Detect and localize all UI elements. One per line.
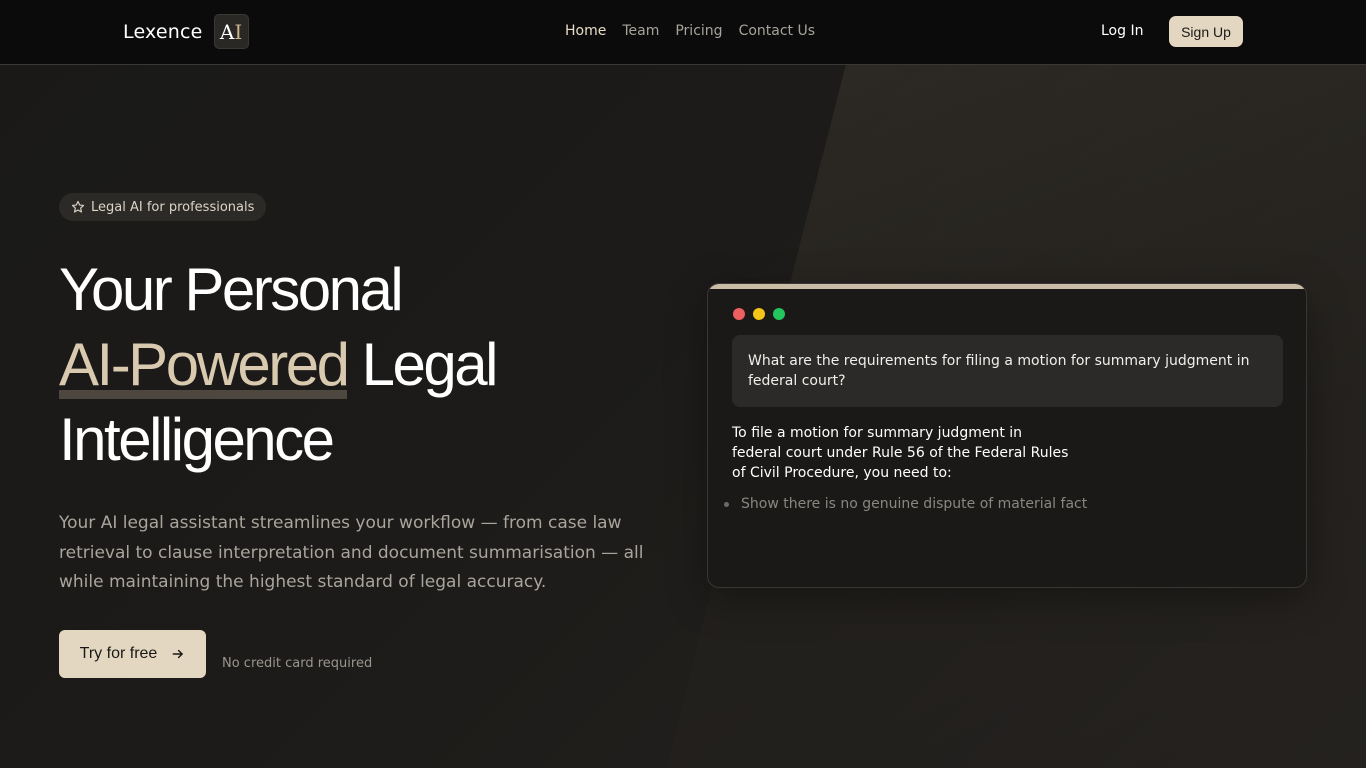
headline-line-3: Intelligence [59,406,335,473]
brand-logo-icon: AI [213,14,249,49]
answer-bullet: Show there is no genuine dispute of mate… [724,496,1087,512]
window-top-accent [708,284,1306,289]
cta-label: Try for free [79,645,158,662]
login-link[interactable]: Log In [1101,23,1143,39]
arrow-right-icon [172,649,184,659]
logo-letter-a: A [219,19,235,44]
headline-line-2-rest: Legal [347,331,499,398]
hero-subtitle: Your AI legal assistant streamlines your… [59,513,644,592]
brand[interactable]: Lexence AI [123,14,249,49]
hero-headline: Your Personal AI-Powered Legal Intellige… [59,252,499,477]
hero-badge: Legal AI for professionals [59,193,267,221]
window-close-dot [733,308,745,320]
try-for-free-button[interactable]: Try for free [59,630,206,678]
window-minimize-dot [753,308,765,320]
answer-bullet-text: Show there is no genuine dispute of mate… [741,496,1088,512]
cta-note: No credit card required [222,656,373,671]
nav-links: Home Team Pricing Contact Us [565,23,815,39]
headline-accent: AI-Powered [59,327,350,402]
chat-preview-window: What are the requirements for filing a m… [707,283,1307,588]
nav-link-contact[interactable]: Contact Us [739,23,815,39]
top-navigation: Lexence AI Home Team Pricing Contact Us … [0,0,1366,65]
star-icon [71,200,85,213]
nav-link-home[interactable]: Home [565,23,606,39]
nav-link-team[interactable]: Team [622,23,659,39]
bullet-dot-icon [724,501,729,507]
window-maximize-dot [773,308,785,320]
nav-link-pricing[interactable]: Pricing [675,23,722,39]
hero-badge-label: Legal AI for professionals [91,199,255,215]
logo-letter-i: I [234,19,243,44]
signup-button[interactable]: Sign Up [1169,16,1243,47]
window-controls [733,308,785,320]
brand-name: Lexence [123,20,203,43]
assistant-answer: To file a motion for summary judgment in… [732,425,1069,481]
user-question-bubble: What are the requirements for filing a m… [732,335,1283,407]
headline-line-1: Your Personal [59,256,404,323]
